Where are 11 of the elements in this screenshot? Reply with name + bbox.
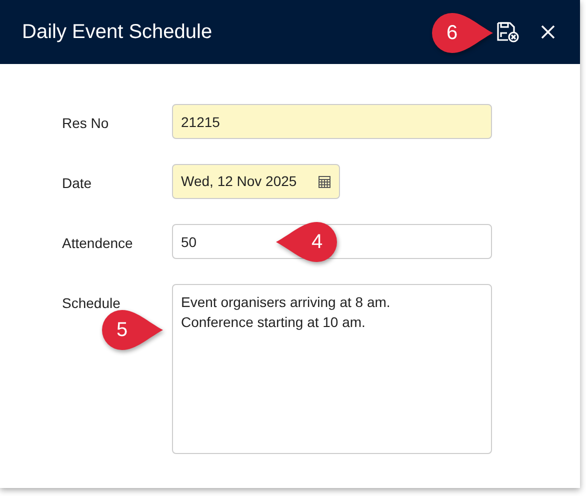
- callout-marker: 5: [100, 308, 164, 352]
- input-field[interactable]: 21215: [172, 104, 492, 139]
- callout-marker: 6: [430, 11, 494, 55]
- date-field[interactable]: Wed, 12 Nov 2025: [172, 164, 340, 199]
- field-label: Res No: [62, 114, 110, 133]
- window-title: Daily Event Schedule: [22, 20, 212, 45]
- text-area[interactable]: Event organisers arriving at 8 am. Conference starting at 10 am.: [172, 284, 492, 454]
- calendar-icon[interactable]: [318, 175, 331, 188]
- field-label: Attendence: [62, 234, 134, 253]
- field-label: Date: [62, 174, 93, 193]
- callout-marker: 4: [275, 220, 339, 264]
